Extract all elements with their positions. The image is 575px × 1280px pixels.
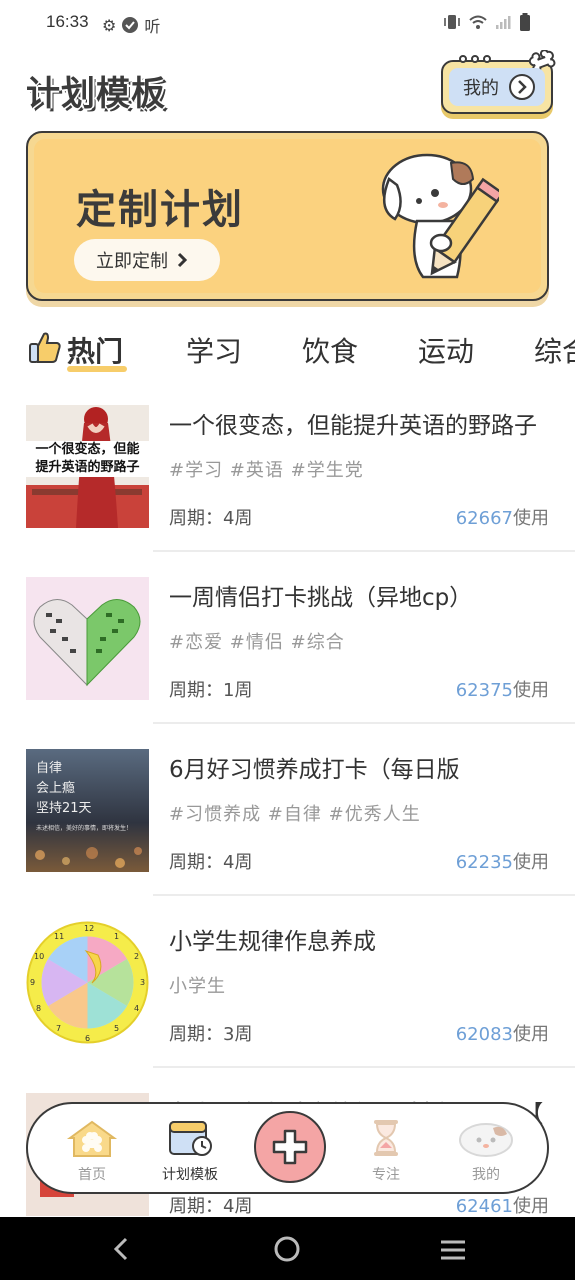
plan-usage: 62461使用 <box>455 1196 549 1217</box>
plan-thumbnail: 12 1 2 3 4567 8 9 10 11 <box>26 921 149 1044</box>
plan-item[interactable]: 自律 会上瘾 坚持21天 未述相信，美好的事情，即将发生！ 6月好习惯养成打卡（… <box>0 724 575 896</box>
add-plan-button[interactable] <box>254 1111 326 1183</box>
plan-usage: 62667使用 <box>455 508 549 529</box>
plan-cycle: 周期：4周 <box>169 852 253 873</box>
home-icon <box>66 1120 118 1157</box>
bottom-nav: 首页 计划模板 专注 我的 <box>26 1102 549 1194</box>
nav-home-label: 首页 <box>78 1167 106 1183</box>
plan-cycle: 周期：3周 <box>169 1024 253 1045</box>
hourglass-icon <box>374 1120 398 1156</box>
decor-dots <box>459 55 491 63</box>
svg-text:12: 12 <box>84 924 94 933</box>
check-circle-icon <box>122 17 139 33</box>
plan-thumbnail: 一个很变态，但能 提升英语的野路子 <box>26 405 149 528</box>
plan-tags: #恋爱 #情侣 #综合 <box>169 632 345 653</box>
nav-home[interactable]: 首页 <box>52 1118 132 1184</box>
status-time: 16:33 <box>46 12 89 31</box>
svg-text:7: 7 <box>56 1024 61 1033</box>
thumb-caption: 提升英语的野路子 <box>35 460 140 475</box>
plan-usage: 62083使用 <box>455 1024 549 1045</box>
calendar-clock-icon <box>169 1121 212 1156</box>
tab-active-indicator <box>67 366 127 372</box>
wifi-icon <box>469 15 487 29</box>
plan-tags: #习惯养成 #自律 #优秀人生 <box>169 804 421 825</box>
menu-icon[interactable] <box>440 1239 466 1261</box>
svg-text:11: 11 <box>54 932 64 941</box>
thumb-caption: 一个很变态，但能 <box>35 442 140 457</box>
customize-now-label: 立即定制 <box>96 251 168 272</box>
tab-study[interactable]: 学习 <box>186 330 242 370</box>
thumb-line: 自律 <box>36 761 63 776</box>
plus-icon <box>272 1129 308 1165</box>
plan-tags: 小学生 <box>169 976 226 997</box>
back-icon[interactable] <box>112 1237 132 1261</box>
svg-text:6: 6 <box>85 1034 90 1043</box>
plan-thumbnail <box>26 577 149 700</box>
tab-general[interactable]: 综合 <box>534 330 575 370</box>
svg-text:4: 4 <box>134 1004 139 1013</box>
plan-item[interactable]: 一个很变态，但能 提升英语的野路子 一个很变态，但能提升英语的野路子 #学习 #… <box>0 380 575 552</box>
system-nav-bar <box>0 1217 575 1280</box>
signal-icon <box>496 16 511 29</box>
svg-text:5: 5 <box>114 1024 119 1033</box>
nav-mine-label: 我的 <box>472 1167 500 1183</box>
status-bar: 16:33 ⚙ 听 <box>0 0 575 48</box>
dog-avatar-icon <box>459 1123 513 1157</box>
tab-diet[interactable]: 饮食 <box>302 330 358 370</box>
plan-title: 小学生规律作息养成 <box>169 929 376 955</box>
chevron-right-icon <box>509 74 535 100</box>
plan-usage: 62235使用 <box>455 852 549 873</box>
plan-cycle: 周期：1周 <box>169 680 253 701</box>
custom-plan-banner[interactable]: 定制计划 立即定制 <box>26 131 549 301</box>
plan-cycle: 周期：4周 <box>169 508 253 529</box>
tab-sport[interactable]: 运动 <box>418 330 474 370</box>
svg-text:3: 3 <box>140 978 145 987</box>
category-tabs: 热门 学习 饮食 运动 综合 <box>0 322 575 376</box>
plan-item[interactable]: 12 1 2 3 4567 8 9 10 11 小学生规律作息养成 小学生 周期：3周 62… <box>0 896 575 1068</box>
svg-text:2: 2 <box>134 952 139 961</box>
plan-cycle: 周期：4周 <box>169 1196 253 1217</box>
hd-icon: 听 <box>144 17 161 36</box>
plan-title: 6月好习惯养成打卡（每日版 <box>169 757 460 783</box>
plan-usage: 62375使用 <box>455 680 549 701</box>
nav-mine[interactable]: 我的 <box>446 1118 526 1184</box>
mine-button[interactable]: 我的 <box>441 50 556 114</box>
tab-hot[interactable]: 热门 <box>67 330 123 370</box>
gear-icon: ⚙ <box>102 15 117 35</box>
nav-templates[interactable]: 计划模板 <box>150 1118 230 1184</box>
thumb-small-text: 未述相信，美好的事情，即将发生！ <box>36 825 133 832</box>
dog-pencil-illustration <box>381 153 499 279</box>
banner-title: 定制计划 <box>76 187 244 233</box>
svg-text:9: 9 <box>30 978 35 987</box>
page-title: 计划模板 <box>26 74 166 114</box>
vibrate-icon <box>444 15 460 29</box>
svg-text:1: 1 <box>114 932 119 941</box>
nav-focus[interactable]: 专注 <box>346 1118 426 1184</box>
home-circle-icon[interactable] <box>274 1236 300 1262</box>
plan-tags: #学习 #英语 #学生党 <box>169 460 364 481</box>
thumb-line: 会上瘾 <box>36 781 76 796</box>
chevron-right-icon <box>177 252 188 268</box>
svg-text:10: 10 <box>34 952 44 961</box>
plan-thumbnail: 自律 会上瘾 坚持21天 未述相信，美好的事情，即将发生！ <box>26 749 149 872</box>
bone-icon <box>529 50 556 70</box>
thumb-line: 坚持21天 <box>36 801 92 816</box>
plan-title: 一个很变态，但能提升英语的野路子 <box>169 413 537 439</box>
customize-now-button[interactable]: 立即定制 <box>74 239 220 281</box>
svg-text:8: 8 <box>36 1004 41 1013</box>
mine-label: 我的 <box>463 78 499 99</box>
nav-focus-label: 专注 <box>372 1167 400 1183</box>
plan-item[interactable]: 一周情侣打卡挑战（异地cp） #恋爱 #情侣 #综合 周期：1周 62375使用 <box>0 552 575 724</box>
battery-icon <box>520 13 530 31</box>
nav-templates-label: 计划模板 <box>162 1167 218 1183</box>
plan-title: 一周情侣打卡挑战（异地cp） <box>169 585 473 611</box>
thumbs-up-icon <box>29 332 61 363</box>
